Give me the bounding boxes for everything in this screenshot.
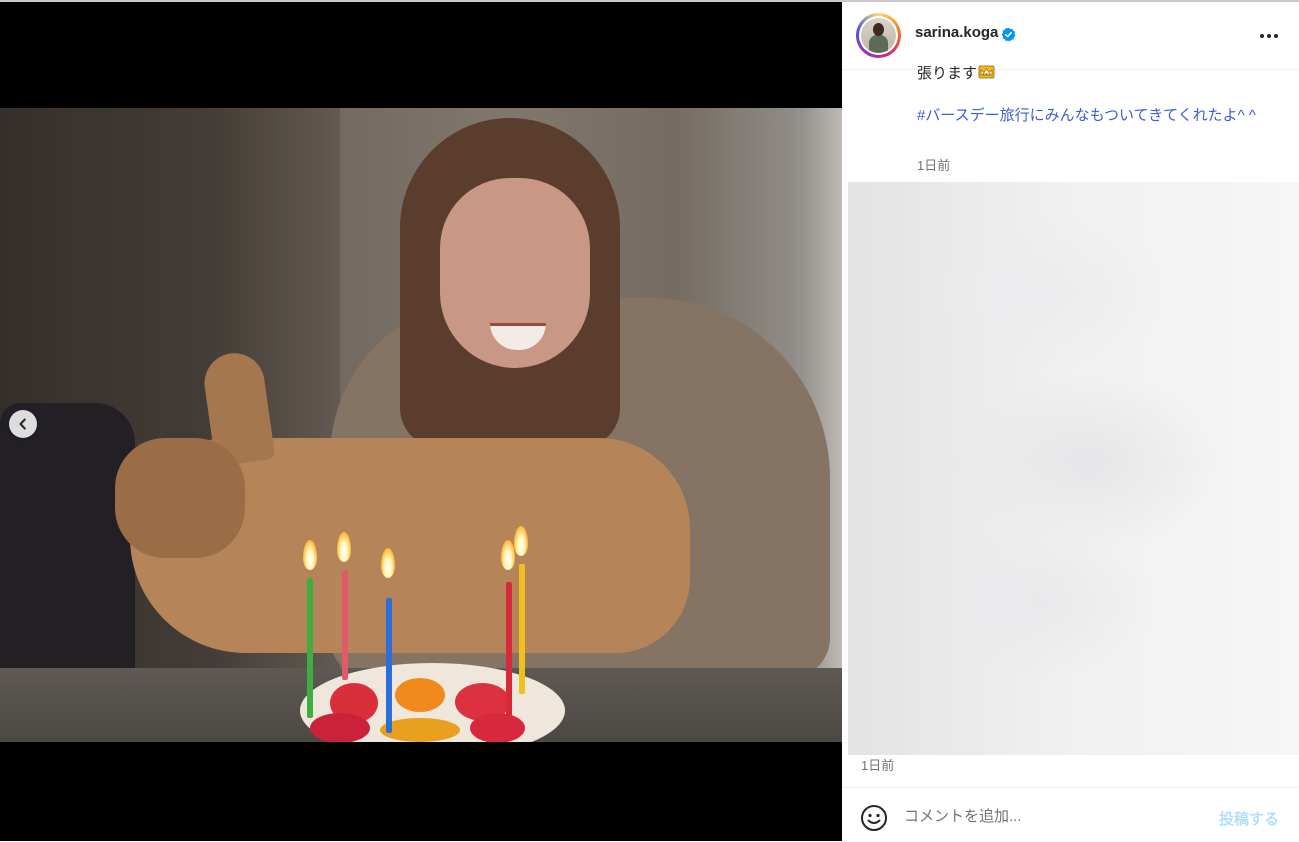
orange-slice — [395, 678, 445, 712]
caption-text: 張ります — [917, 64, 1287, 84]
bag — [0, 403, 135, 703]
strawberry — [470, 713, 525, 742]
avatar-image — [861, 18, 896, 53]
previous-media-button[interactable] — [9, 410, 37, 438]
dog-face — [115, 438, 245, 558]
strawberry — [310, 713, 370, 742]
candle-flame — [303, 540, 317, 570]
comment-input[interactable] — [904, 802, 1194, 830]
post-comment-button[interactable]: 投稿する — [1219, 808, 1279, 829]
post-header: sarina.koga — [842, 2, 1299, 70]
more-options-button[interactable] — [1254, 21, 1284, 51]
blurred-comments-area — [848, 182, 1299, 755]
candle-flame — [501, 540, 515, 570]
chevron-left-icon — [19, 418, 26, 430]
post-side-panel: sarina.koga 張ります #バースデー旅行にみんなもついてきてくれたよ^… — [842, 2, 1299, 841]
username-link[interactable]: sarina.koga — [915, 24, 998, 41]
orange-slice — [380, 718, 460, 742]
candle-pink — [342, 570, 348, 680]
candle-green — [307, 578, 313, 718]
avatar[interactable] — [856, 13, 901, 58]
post-timestamp[interactable]: 1日前 — [861, 755, 894, 774]
caption-line: 張ります — [917, 65, 978, 82]
candle-yellow — [519, 564, 525, 694]
crown-emoji — [978, 65, 995, 79]
smiley-icon[interactable] — [860, 804, 888, 832]
candle-red — [506, 582, 512, 722]
candle-flame — [337, 532, 351, 562]
candle-flame — [381, 548, 395, 578]
candle-blue — [386, 598, 392, 733]
hashtag-link[interactable]: #バースデー旅行にみんなもついてきてくれたよ^ ^ — [917, 106, 1277, 126]
post-photo — [0, 108, 842, 742]
verified-badge-icon — [1001, 27, 1016, 42]
caption-timestamp: 1日前 — [917, 158, 951, 173]
candle-flame — [514, 526, 528, 556]
comment-bar: 投稿する — [842, 787, 1299, 842]
more-options-icon — [1260, 34, 1278, 38]
media-viewer — [0, 2, 842, 841]
